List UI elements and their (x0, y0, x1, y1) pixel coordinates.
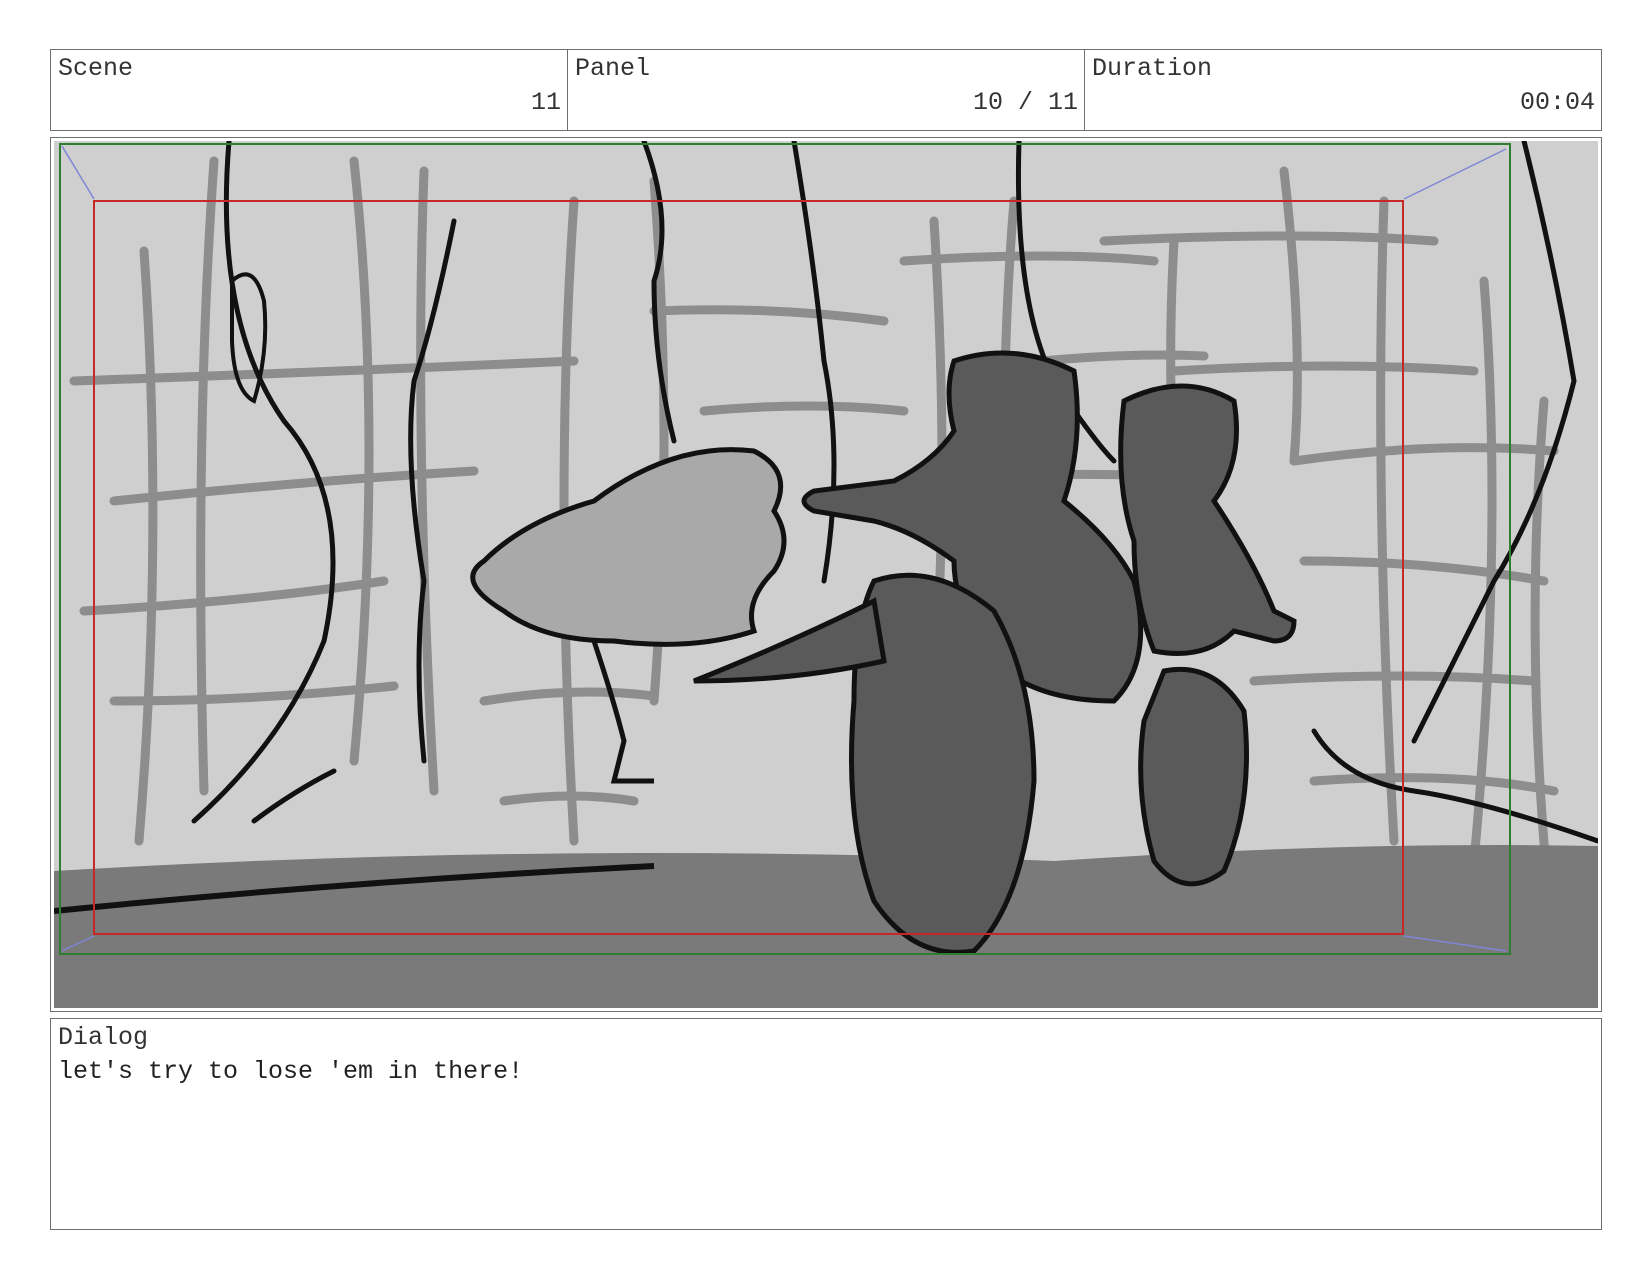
panel-number: 10 / 11 (972, 88, 1078, 117)
storyboard-panel (50, 137, 1602, 1012)
scene-number: 11 (530, 88, 561, 117)
dialog-label: Dialog (58, 1023, 149, 1052)
panel-label: Panel (575, 54, 651, 83)
dialog-box: Dialog let's try to lose 'em in there! (50, 1018, 1602, 1230)
sketch-ground (54, 845, 1598, 1008)
duration-cell: Duration 00:04 (1085, 50, 1601, 130)
duration-label: Duration (1092, 54, 1213, 83)
scene-cell: Scene 11 (51, 50, 568, 130)
scene-label: Scene (58, 54, 134, 83)
sketch-artwork (54, 141, 1598, 1008)
dialog-text: let's try to lose 'em in there! (58, 1057, 524, 1086)
storyboard-header: Scene 11 Panel 10 / 11 Duration 00:04 (50, 49, 1602, 131)
panel-cell: Panel 10 / 11 (568, 50, 1085, 130)
duration-value: 00:04 (1519, 88, 1595, 117)
